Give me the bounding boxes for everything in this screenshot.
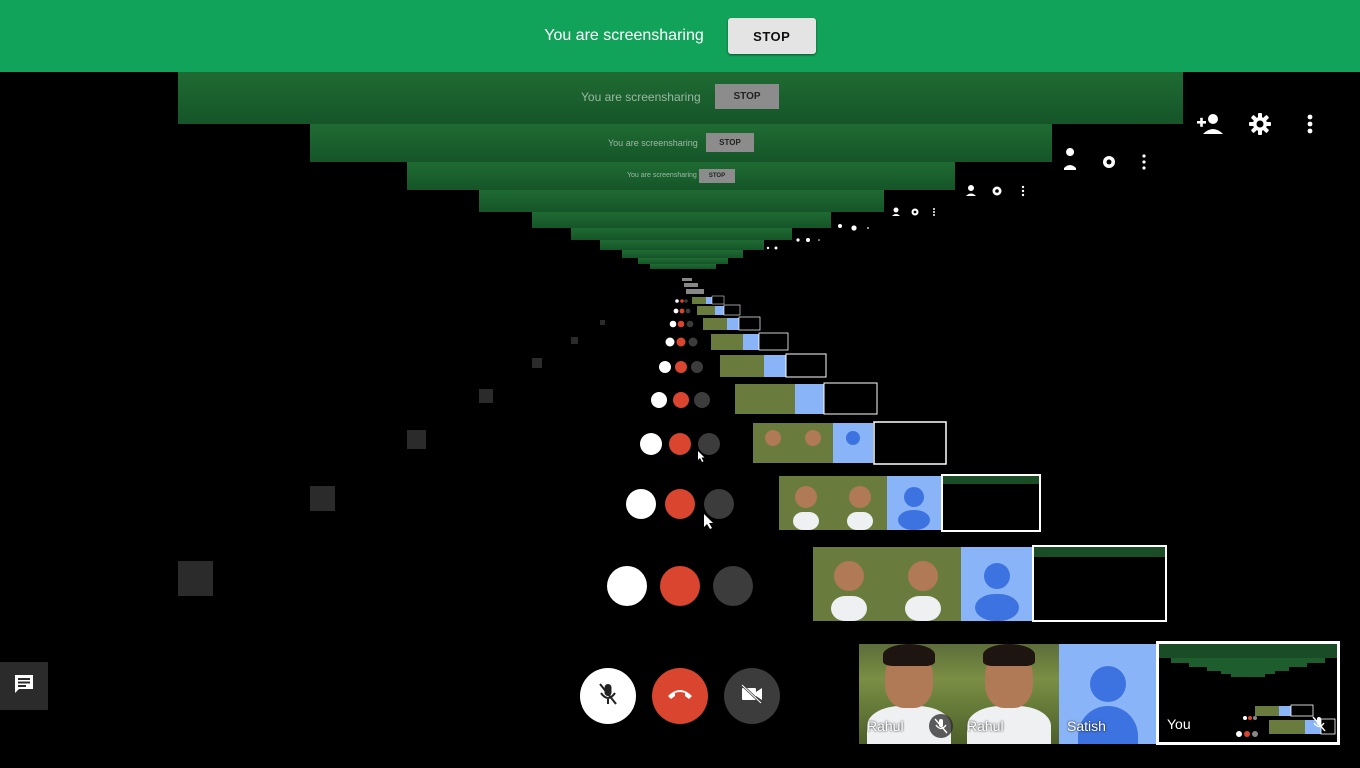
chat-icon bbox=[13, 673, 35, 700]
turn-off-camera-button[interactable] bbox=[724, 668, 780, 724]
participant-name: Rahul bbox=[967, 718, 1004, 734]
avatar-head bbox=[1090, 666, 1126, 702]
participant-tile[interactable]: Rahul bbox=[859, 644, 959, 744]
call-controls bbox=[580, 668, 780, 724]
mute-microphone-button[interactable] bbox=[580, 668, 636, 724]
gear-icon[interactable] bbox=[1240, 104, 1280, 144]
participant-tile[interactable]: Rahul bbox=[959, 644, 1059, 744]
participant-tile[interactable]: Satish bbox=[1059, 644, 1156, 744]
participant-name: Satish bbox=[1067, 718, 1106, 734]
participant-name: You bbox=[1167, 716, 1191, 732]
self-view-tile[interactable]: You bbox=[1156, 641, 1340, 745]
mic-muted-icon bbox=[1307, 712, 1331, 736]
mic-muted-icon bbox=[929, 714, 953, 738]
participant-hair bbox=[983, 644, 1035, 666]
videocam-off-icon bbox=[740, 683, 764, 709]
meeting-toolbar bbox=[1190, 104, 1330, 144]
screenshare-message: You are screensharing bbox=[544, 27, 704, 44]
stop-sharing-button[interactable]: STOP bbox=[727, 18, 816, 54]
screenshare-banner: You are screensharing STOP bbox=[0, 0, 1360, 72]
more-vert-icon[interactable] bbox=[1290, 104, 1330, 144]
participant-strip: Rahul Rahul Satish You bbox=[859, 641, 1340, 745]
call-end-icon bbox=[667, 687, 693, 705]
end-call-button[interactable] bbox=[652, 668, 708, 724]
mic-off-icon bbox=[598, 682, 618, 711]
participant-hair bbox=[883, 644, 935, 666]
chat-button[interactable] bbox=[0, 662, 48, 710]
participant-name: Rahul bbox=[867, 718, 904, 734]
add-person-icon[interactable] bbox=[1190, 104, 1230, 144]
